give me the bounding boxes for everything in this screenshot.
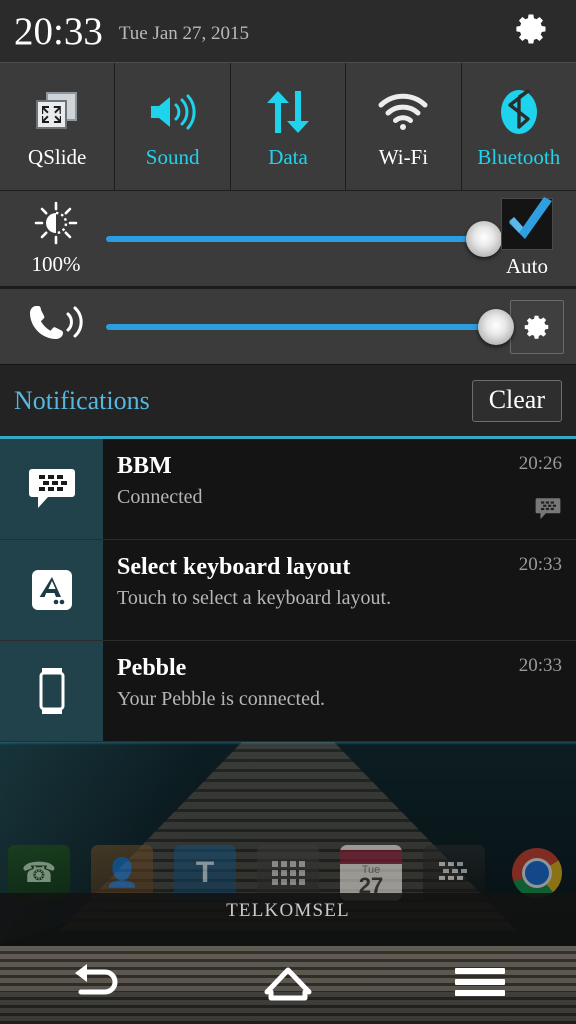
notification-time: 20:33	[518, 554, 562, 575]
notification-text: Your Pebble is connected.	[117, 688, 325, 710]
sound-settings-button[interactable]	[510, 299, 564, 354]
notifications-header: Notifications Clear	[0, 364, 576, 436]
data-icon	[264, 83, 312, 141]
bbm-badge-icon	[534, 496, 562, 527]
ringer-icon	[26, 301, 86, 352]
notification-time: 20:33	[518, 655, 562, 676]
status-clock: 20:33	[14, 9, 103, 53]
t-app-label: T	[195, 855, 215, 889]
back-icon[interactable]	[36, 940, 156, 1024]
volume-slider-knob[interactable]	[478, 308, 514, 345]
notification-shade: 20:33 Tue Jan 27, 2015 QSlide Sound Data…	[0, 0, 576, 742]
bbm-icon	[0, 439, 103, 539]
carrier-label: TELKOMSEL	[226, 900, 350, 921]
volume-left	[12, 301, 100, 352]
chrome-glyph	[512, 847, 562, 898]
gear-icon	[524, 315, 549, 339]
notification-body: Select keyboard layout Touch to select a…	[103, 540, 576, 640]
toggle-qslide-label: QSlide	[28, 145, 87, 169]
notification-time: 20:26	[518, 453, 562, 474]
drawer-dots	[271, 860, 305, 885]
toggle-data[interactable]: Data	[231, 63, 347, 190]
auto-checkbox[interactable]	[501, 197, 553, 250]
shade-header: 20:33 Tue Jan 27, 2015	[0, 0, 576, 62]
toggle-wifi[interactable]: Wi-Fi	[346, 63, 462, 190]
quick-settings-row: QSlide Sound Data Wi-Fi Bluetooth	[0, 62, 576, 190]
volume-row	[0, 288, 576, 364]
blackberry-glyph	[439, 861, 467, 880]
notification-item-keyboard[interactable]: Select keyboard layout Touch to select a…	[0, 540, 576, 641]
sound-icon	[147, 83, 199, 141]
wifi-icon	[376, 83, 430, 141]
notification-body: Pebble Your Pebble is connected. 20:33	[103, 641, 576, 741]
gear-icon[interactable]	[514, 11, 550, 52]
calendar-header-strip	[340, 849, 402, 864]
auto-label: Auto	[506, 254, 548, 278]
toggle-bluetooth[interactable]: Bluetooth	[462, 63, 576, 190]
menu-icon[interactable]	[420, 940, 540, 1024]
notification-item-pebble[interactable]: Pebble Your Pebble is connected. 20:33	[0, 641, 576, 742]
brightness-slider[interactable]	[106, 220, 502, 257]
brightness-slider-knob[interactable]	[466, 220, 502, 257]
phone-glyph: ☎	[21, 857, 57, 888]
phone-screen: ☎ 👤 T Tue 27 TELKOMSEL 20:33 Tue Jan 27,…	[0, 0, 576, 1024]
toggle-data-label: Data	[268, 145, 308, 169]
notifications-title: Notifications	[14, 385, 150, 415]
home-app-row: ☎ 👤 T Tue 27	[0, 844, 576, 901]
notification-text: Connected	[117, 486, 203, 508]
home-icon[interactable]	[228, 940, 348, 1024]
notification-title: BBM	[117, 453, 172, 479]
notification-title: Pebble	[117, 655, 187, 681]
keyboard-layout-icon	[0, 540, 103, 640]
qslide-icon	[33, 83, 81, 141]
toggle-sound[interactable]: Sound	[115, 63, 231, 190]
brightness-left: 100%	[12, 201, 100, 277]
status-date: Tue Jan 27, 2015	[118, 23, 250, 44]
notification-title: Select keyboard layout	[117, 554, 351, 580]
volume-slider[interactable]	[106, 308, 514, 345]
toggle-sound-label: Sound	[145, 145, 200, 169]
toggle-wifi-label: Wi-Fi	[378, 145, 429, 169]
toggle-qslide[interactable]: QSlide	[0, 63, 116, 190]
toggle-bluetooth-label: Bluetooth	[477, 145, 561, 169]
notification-list: BBM Connected 20:26 Select keyboard layo…	[0, 439, 576, 742]
notification-text: Touch to select a keyboard layout.	[117, 587, 392, 609]
navigation-bar	[0, 940, 576, 1024]
pebble-watch-icon	[0, 641, 103, 741]
brightness-sun-icon	[34, 201, 78, 250]
brightness-row: 100% Auto	[0, 190, 576, 286]
bluetooth-icon	[495, 83, 543, 141]
notification-item-bbm[interactable]: BBM Connected 20:26	[0, 439, 576, 540]
notification-body: BBM Connected 20:26	[103, 439, 576, 539]
shade-bottom-edge[interactable]	[0, 742, 576, 745]
clear-button[interactable]: Clear	[471, 379, 562, 422]
contact-glyph: 👤	[104, 857, 140, 888]
brightness-percent: 100%	[31, 251, 81, 276]
brightness-auto[interactable]: Auto	[490, 197, 564, 279]
